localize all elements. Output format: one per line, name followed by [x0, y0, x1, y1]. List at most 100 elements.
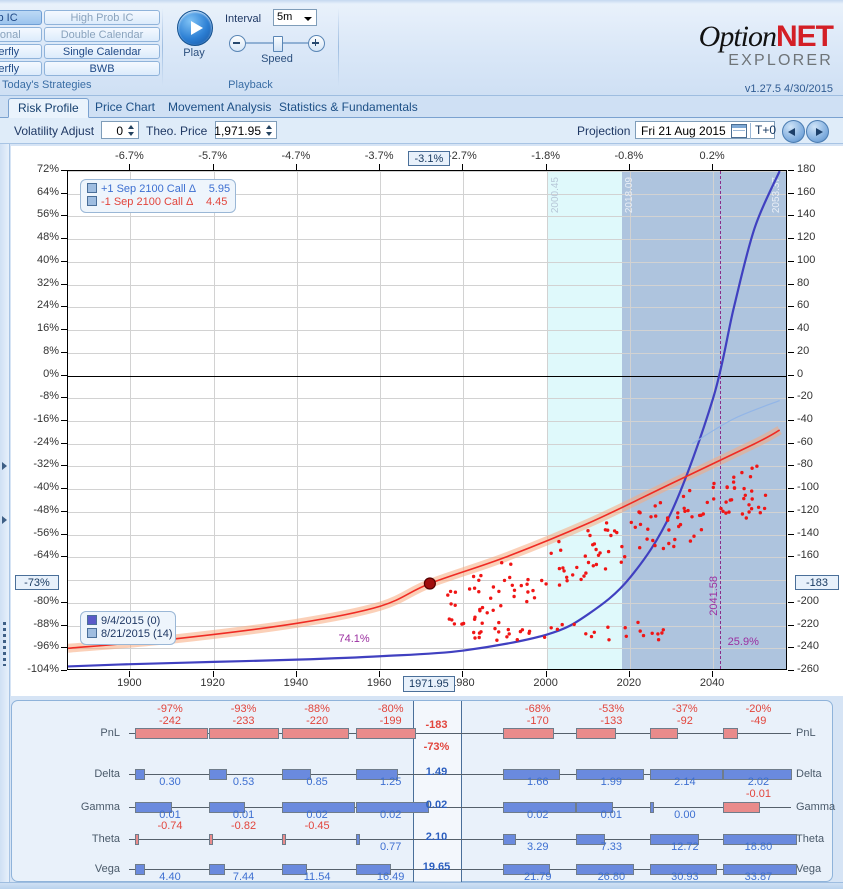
y-axis-tick-left: [61, 193, 67, 194]
current-price-marker[interactable]: [423, 577, 436, 590]
y-axis-tick-left: [61, 352, 67, 353]
theo-price-value: 1,971.95: [214, 124, 261, 138]
y-axis-tick-right: [788, 193, 794, 194]
greeks-bar: [135, 834, 139, 845]
speed-decrease-icon[interactable]: [229, 35, 246, 52]
rail-expand-icon-bottom[interactable]: [2, 516, 7, 524]
chart-plot-area[interactable]: 2000.45 2018.09 2053.37 2041.58 25.9% 74…: [67, 170, 787, 670]
y-axis-tick-right: [788, 397, 794, 398]
y-axis-label-left: 24%: [36, 299, 59, 311]
y-axis-label-right: -140: [797, 527, 820, 539]
calendar-icon[interactable]: [731, 124, 747, 138]
greeks-bar: [649, 728, 678, 739]
volatility-adjust-value: 0: [116, 124, 123, 138]
chart-legend-dates[interactable]: 9/4/2015 (0) 8/21/2015 (14): [80, 611, 176, 645]
y-axis-highlight-left[interactable]: -73%: [15, 574, 59, 590]
logo-net-text: NET: [776, 20, 834, 53]
strategy-button-broken-butterfly[interactable]: Butterfly: [0, 61, 42, 76]
strategy-button-high-prob-ic[interactable]: High Prob IC: [44, 10, 160, 25]
projection-offset-value[interactable]: T+0: [750, 123, 780, 139]
speed-slider-thumb[interactable]: [273, 36, 283, 52]
play-button[interactable]: [177, 10, 213, 46]
ribbon-separator-2: [338, 8, 339, 86]
greeks-value: 18.80: [744, 841, 773, 853]
projection-next-button[interactable]: [806, 120, 829, 143]
x-axis-label-bottom: 2040: [699, 677, 725, 689]
stepper-up-icon[interactable]: [264, 123, 275, 130]
strategy-button-single-calendar[interactable]: Single Calendar: [44, 44, 160, 59]
x-axis-highlight-bottom[interactable]: 1971.95: [402, 676, 455, 692]
greeks-value: -0.74: [157, 820, 183, 832]
y-axis-label-left: 32%: [36, 277, 59, 289]
tab-statistics-fundamentals[interactable]: Statistics & Fundamentals: [270, 98, 427, 118]
y-axis-label-left: 0%: [43, 368, 59, 380]
y-axis-tick-left: [61, 238, 67, 239]
legend-swatch-date-1: [87, 615, 97, 625]
y-axis-tick-right: [788, 170, 794, 171]
strategy-button-butterfly[interactable]: Butterfly: [0, 44, 42, 59]
greeks-value: 1.99: [600, 776, 623, 788]
tab-price-chart[interactable]: Price Chart: [86, 98, 164, 118]
projection-date-field[interactable]: Fri 21 Aug 2015 T+0: [635, 121, 776, 139]
greeks-row-label-left: Vega: [94, 863, 120, 875]
y-axis-label-right: -40: [797, 413, 813, 425]
x-axis-tick-top: [129, 164, 130, 170]
projection-label: Projection: [577, 124, 631, 138]
x-axis-label-top: -1.8%: [531, 150, 560, 162]
x-axis-label-top: 0.2%: [699, 150, 725, 162]
y-axis-tick-right: [788, 625, 794, 626]
y-axis-label-right: -160: [797, 549, 820, 561]
strategy-button-diagonal[interactable]: Diagonal: [0, 27, 42, 42]
legend-label-date-1: 9/4/2015 (0): [101, 615, 161, 627]
greeks-value: 0.30: [159, 776, 181, 788]
x-axis-highlight-top[interactable]: -3.1%: [407, 151, 450, 166]
tab-movement-analysis[interactable]: Movement Analysis: [159, 98, 280, 118]
legend-swatch-long: [87, 183, 97, 193]
tab-risk-profile[interactable]: Risk Profile: [8, 98, 89, 118]
y-axis-label-right: -20: [797, 390, 813, 402]
theo-price-stepper[interactable]: 1,971.95: [214, 121, 277, 139]
strategy-button-bwb[interactable]: BWB: [44, 61, 160, 76]
y-axis-label-left: -8%: [39, 390, 59, 402]
greeks-value: -133: [600, 715, 623, 727]
interval-label: Interval: [225, 13, 262, 25]
greeks-value: 2.02: [747, 776, 770, 788]
chart-canvas: 2000.45 2018.09 2053.37 2041.58 25.9% 74…: [11, 146, 843, 696]
y-axis-label-right: -240: [797, 640, 820, 652]
y-axis-tick-right: [788, 647, 794, 648]
y-axis-label-left: 48%: [36, 231, 59, 243]
greeks-bar: [282, 728, 349, 739]
strategy-button-double-calendar[interactable]: Double Calendar: [44, 27, 160, 42]
volatility-adjust-stepper[interactable]: 0: [101, 121, 139, 139]
speed-increase-icon[interactable]: [308, 35, 325, 52]
x-axis-tick-top: [546, 164, 547, 170]
greeks-value: 0.01: [600, 809, 623, 821]
y-axis-highlight-right[interactable]: -183: [795, 574, 839, 590]
speed-slider[interactable]: [229, 34, 325, 52]
greeks-row-label-right: Gamma: [796, 801, 836, 813]
y-axis-label-right: 0: [797, 368, 804, 380]
x-axis-label-bottom: 2000: [533, 677, 558, 689]
interval-select[interactable]: 5m: [273, 9, 317, 26]
legend-value-long: 5.95: [208, 183, 231, 195]
stepper-up-icon[interactable]: [126, 123, 137, 130]
x-axis-label-bottom: 1940: [283, 677, 309, 689]
y-axis-tick-left: [61, 488, 67, 489]
projection-previous-button[interactable]: [782, 120, 805, 143]
y-axis-tick-left: [61, 534, 67, 535]
greeks-center-value: 1.49: [425, 766, 448, 778]
greeks-bar: [208, 834, 213, 845]
strategy-button-prob-ic[interactable]: Prob IC: [0, 10, 42, 25]
greeks-value: 7.33: [600, 841, 623, 853]
y-axis-tick-right: [788, 511, 794, 512]
y-axis-label-right: -120: [797, 504, 820, 516]
chart-legend-positions[interactable]: +1 Sep 2100 Call Δ 5.95 -1 Sep 2100 Call …: [80, 179, 236, 213]
stepper-down-icon[interactable]: [264, 131, 275, 138]
y-axis-tick-right: [788, 670, 794, 671]
greeks-value: -170: [526, 715, 549, 727]
stepper-down-icon[interactable]: [126, 131, 137, 138]
y-axis-label-right: -100: [797, 481, 820, 493]
greeks-row-label-right: Delta: [796, 768, 822, 780]
y-axis-label-right: 20: [797, 345, 810, 357]
y-axis-tick-right: [788, 375, 794, 376]
